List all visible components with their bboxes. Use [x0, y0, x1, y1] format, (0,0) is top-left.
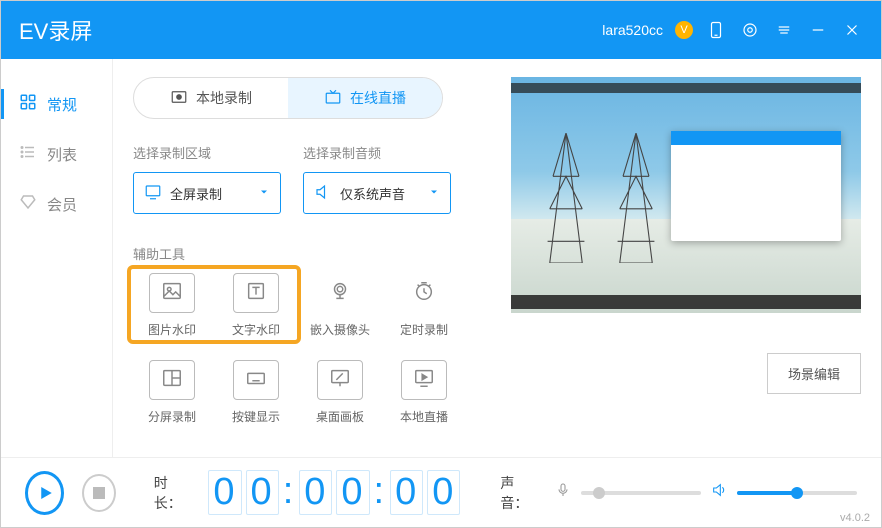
record-audio-select[interactable]: 仅系统声音 — [303, 172, 451, 214]
stop-button[interactable] — [82, 474, 116, 512]
tool-split-screen[interactable]: 分屏录制 — [133, 360, 211, 425]
username[interactable]: lara520cc — [602, 22, 663, 38]
keyboard-icon — [245, 367, 267, 394]
tool-text-watermark[interactable]: 文字水印 — [217, 273, 295, 338]
tab-live-stream[interactable]: 在线直播 — [288, 78, 442, 118]
sidebar-item-list[interactable]: 列表 — [1, 129, 112, 179]
grid-icon — [19, 93, 37, 115]
duration-label: 时长： — [154, 473, 191, 513]
sidebar: 常规 列表 会员 — [1, 59, 113, 457]
close-icon[interactable] — [841, 19, 863, 41]
record-area-select[interactable]: 全屏录制 — [133, 172, 281, 214]
tv-icon — [324, 88, 342, 109]
board-icon — [329, 367, 351, 394]
tool-camera[interactable]: 嵌入摄像头 — [301, 273, 379, 338]
speaker-slider[interactable] — [737, 491, 857, 495]
tool-timer[interactable]: 定时录制 — [385, 273, 463, 338]
tools-section-label: 辅助工具 — [133, 244, 489, 263]
clock-icon — [413, 280, 435, 307]
phone-icon[interactable] — [705, 19, 727, 41]
chevron-down-icon — [428, 186, 440, 201]
speaker-icon — [314, 183, 332, 204]
version-label: v4.0.2 — [840, 512, 870, 524]
diamond-icon — [19, 193, 37, 215]
sidebar-item-label: 常规 — [47, 94, 77, 115]
record-button[interactable] — [25, 471, 64, 515]
duration-display: 00: 00: 00 — [208, 470, 460, 515]
tool-local-stream[interactable]: 本地直播 — [385, 360, 463, 425]
preview-panel[interactable] — [511, 77, 861, 313]
split-icon — [161, 367, 183, 394]
mic-icon[interactable] — [555, 482, 571, 503]
menu-icon[interactable] — [773, 19, 795, 41]
settings-icon[interactable] — [739, 19, 761, 41]
mic-slider[interactable] — [581, 491, 701, 495]
tool-whiteboard[interactable]: 桌面画板 — [301, 360, 379, 425]
vip-badge-icon: V — [675, 21, 693, 39]
footer: 时长： 00: 00: 00 声音： — [1, 457, 881, 527]
text-icon — [245, 280, 267, 307]
chevron-down-icon — [258, 186, 270, 201]
mode-tabs: 本地录制 在线直播 — [133, 77, 443, 119]
sidebar-item-label: 列表 — [47, 144, 77, 165]
camera-icon — [329, 280, 351, 307]
play-box-icon — [413, 367, 435, 394]
sidebar-item-label: 会员 — [47, 194, 77, 215]
tab-local-record[interactable]: 本地录制 — [134, 78, 288, 118]
audio-section-label: 选择录制音频 — [303, 143, 451, 162]
speaker-icon[interactable] — [711, 482, 727, 503]
sidebar-item-general[interactable]: 常规 — [1, 79, 112, 129]
area-section-label: 选择录制区域 — [133, 143, 281, 162]
title-bar: EV录屏 lara520cc V — [1, 1, 881, 59]
sidebar-item-vip[interactable]: 会员 — [1, 179, 112, 229]
audio-label: 声音： — [500, 473, 537, 513]
list-icon — [19, 143, 37, 165]
scene-edit-button[interactable]: 场景编辑 — [767, 353, 861, 394]
tool-image-watermark[interactable]: 图片水印 — [133, 273, 211, 338]
image-icon — [161, 280, 183, 307]
record-icon — [170, 88, 188, 109]
monitor-icon — [144, 183, 162, 204]
minimize-icon[interactable] — [807, 19, 829, 41]
app-title: EV录屏 — [19, 14, 602, 46]
tool-keystroke[interactable]: 按键显示 — [217, 360, 295, 425]
